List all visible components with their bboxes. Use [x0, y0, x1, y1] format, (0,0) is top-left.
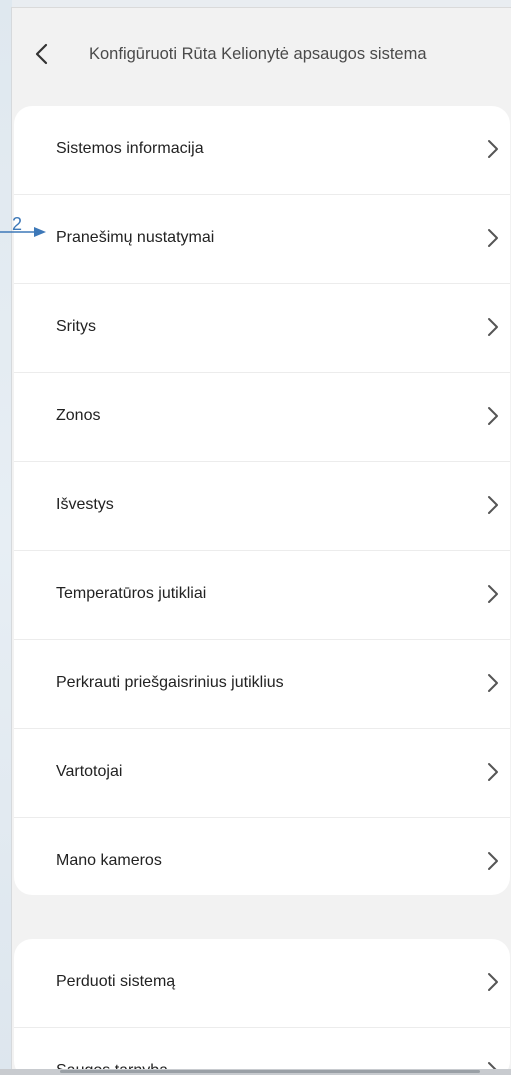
app-header: Konfigūruoti Rūta Kelionytė apsaugos sis…: [12, 8, 511, 98]
menu-item-label: Sritys: [56, 318, 96, 335]
settings-card-secondary: Perduoti sistemą Saugos tarnyba: [14, 939, 510, 1070]
menu-item-label: Sistemos informacija: [56, 140, 204, 157]
chevron-right-icon: [488, 585, 498, 603]
menu-item-zones[interactable]: Zonos: [14, 373, 510, 462]
menu-item-label: Perkrauti priešgaisrinius jutiklius: [56, 674, 284, 691]
chevron-right-icon: [488, 407, 498, 425]
menu-item-restart-fire-sensors[interactable]: Perkrauti priešgaisrinius jutiklius: [14, 640, 510, 729]
menu-item-outputs[interactable]: Išvestys: [14, 462, 510, 551]
menu-item-label: Išvestys: [56, 496, 114, 513]
page-title: Konfigūruoti Rūta Kelionytė apsaugos sis…: [89, 45, 427, 63]
settings-card-primary: Sistemos informacija Pranešimų nustatyma…: [14, 106, 510, 895]
scroll-indicator: [60, 1070, 480, 1073]
chevron-right-icon: [488, 318, 498, 336]
chevron-right-icon: [488, 763, 498, 781]
chevron-right-icon: [488, 674, 498, 692]
app-screen: Konfigūruoti Rūta Kelionytė apsaugos sis…: [11, 7, 511, 1070]
annotation-callout: 2: [0, 214, 60, 244]
menu-item-notification-settings[interactable]: Pranešimų nustatymai: [14, 195, 510, 284]
menu-item-transfer-system[interactable]: Perduoti sistemą: [14, 939, 510, 1028]
menu-item-label: Pranešimų nustatymai: [56, 229, 215, 246]
menu-item-label: Vartotojai: [56, 763, 123, 780]
chevron-right-icon: [488, 852, 498, 870]
chevron-right-icon: [488, 140, 498, 158]
chevron-left-icon[interactable]: [30, 41, 52, 67]
menu-item-label: Zonos: [56, 407, 101, 424]
chevron-right-icon: [488, 229, 498, 247]
menu-item-label: Temperatūros jutikliai: [56, 585, 207, 602]
menu-item-security-service[interactable]: Saugos tarnyba: [14, 1028, 510, 1070]
menu-item-users[interactable]: Vartotojai: [14, 729, 510, 818]
menu-item-temperature-sensors[interactable]: Temperatūros jutikliai: [14, 551, 510, 640]
chevron-right-icon: [488, 973, 498, 991]
menu-item-my-cameras[interactable]: Mano kameros: [14, 818, 510, 895]
chevron-right-icon: [488, 496, 498, 514]
menu-item-areas[interactable]: Sritys: [14, 284, 510, 373]
arrow-right-icon: [0, 227, 46, 237]
menu-item-label: Mano kameros: [56, 852, 162, 869]
menu-item-label: Perduoti sistemą: [56, 973, 176, 990]
menu-item-system-info[interactable]: Sistemos informacija: [14, 106, 510, 195]
